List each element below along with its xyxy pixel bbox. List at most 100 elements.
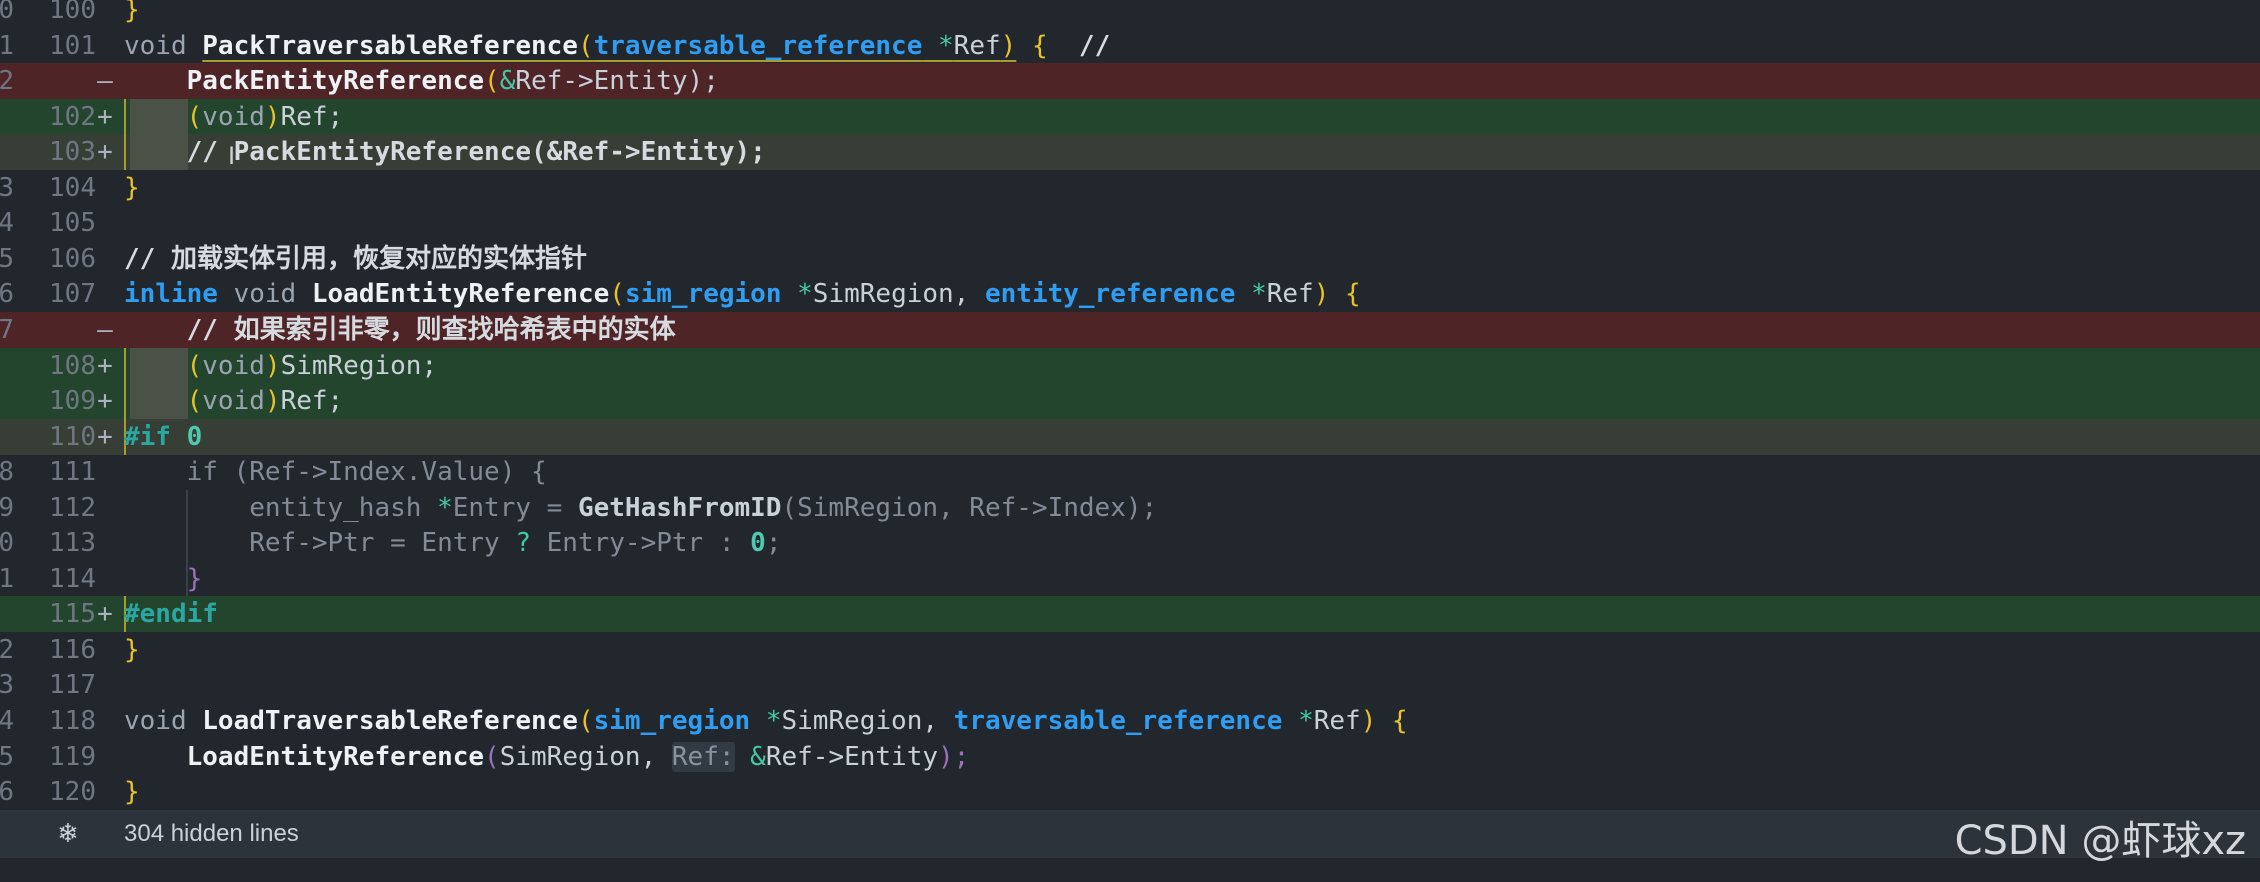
- hidden-lines-label[interactable]: 304 hidden lines: [124, 810, 299, 858]
- diff-line-del[interactable]: 2 — PackEntityReference(&Ref->Entity);: [0, 63, 2260, 100]
- diff-line-add[interactable]: 115 + #endif: [0, 596, 2260, 633]
- code-token: LoadEntityReference: [186, 741, 485, 772]
- code-text[interactable]: }: [124, 170, 140, 206]
- code-token: Ref;: [280, 386, 344, 417]
- diff-line-add[interactable]: 108 + (void)SimRegion;: [0, 347, 2260, 384]
- code-token: *: [1298, 706, 1314, 736]
- code-text[interactable]: // 加载实体引用，恢复对应的实体指针: [124, 241, 587, 277]
- code-text[interactable]: }: [124, 632, 140, 668]
- new-line-number: 109: [49, 386, 96, 417]
- code-text[interactable]: if (Ref->Index.Value) {: [124, 454, 547, 490]
- hidden-lines-bar[interactable]: ❄ 304 hidden lines: [0, 810, 2260, 858]
- old-line-number: [0, 596, 14, 632]
- code-token: LoadTraversableReference: [202, 706, 578, 736]
- new-line-number: 110: [49, 421, 96, 452]
- code-token: entity_hash: [249, 492, 438, 523]
- diff-line-ctx[interactable]: 1 114 }: [0, 561, 2260, 597]
- code-token: //: [186, 137, 234, 168]
- diff-line-ctx[interactable]: 5 106 // 加载实体引用，恢复对应的实体指针: [0, 241, 2260, 277]
- code-token: SimRegion,: [499, 741, 672, 772]
- code-token: &: [750, 741, 766, 772]
- code-text[interactable]: // 如果索引非零，则查找哈希表中的实体: [124, 312, 676, 348]
- expand-hidden-lines-icon[interactable]: ❄: [50, 816, 86, 852]
- new-line-number: [30, 63, 96, 99]
- diff-line-ctx[interactable]: 2 116}: [0, 632, 2260, 668]
- diff-line-ctx[interactable]: 5 119 LoadEntityReference(SimRegion, Ref:…: [0, 739, 2260, 775]
- text-cursor-icon: I: [228, 142, 236, 170]
- old-line-number: 3: [0, 670, 14, 701]
- old-line-number: [0, 134, 14, 170]
- code-token: // 如果索引非零，则查找哈希表中的实体: [186, 314, 676, 345]
- code-token: (: [577, 706, 594, 736]
- code-token: (: [186, 101, 203, 132]
- code-text[interactable]: }: [124, 774, 140, 810]
- code-text[interactable]: PackEntityReference(&Ref->Entity);: [124, 63, 719, 99]
- new-line-number: 115: [49, 599, 96, 630]
- code-token: traversable_reference: [593, 30, 923, 61]
- code-token: void: [233, 279, 312, 310]
- new-line-number: 112: [49, 492, 96, 523]
- code-token: (: [186, 350, 203, 381]
- diff-editor[interactable]: 100 100} 1101void PackTraversableReference…: [0, 0, 2260, 810]
- diff-line-ctx[interactable]: 9 112 entity_hash *Entry = GetHashFromID(…: [0, 490, 2260, 526]
- diff-line-mod[interactable]: 110 + #if 0: [0, 418, 2260, 455]
- new-line-number: 105: [49, 208, 96, 239]
- code-text[interactable]: }: [124, 0, 140, 28]
- code-token: PackEntityReference: [186, 66, 485, 97]
- new-line-number: [30, 312, 96, 348]
- code-token: Ref: [953, 30, 1001, 61]
- new-line-number: 106: [49, 243, 96, 274]
- code-text[interactable]: }: [124, 561, 203, 597]
- diff-line-ctx[interactable]: 3 104}: [0, 170, 2260, 206]
- new-line-number: 119: [49, 741, 96, 772]
- code-text[interactable]: // PackEntityReference(&Ref->Entity);: [124, 134, 766, 170]
- diff-line-ctx[interactable]: 3 117: [0, 667, 2260, 703]
- diff-line-ctx[interactable]: 4 105: [0, 205, 2260, 241]
- old-line-number: 100: [0, 0, 14, 25]
- code-token: if: [186, 457, 234, 488]
- code-token: void: [202, 101, 265, 132]
- diff-line-add[interactable]: 102 + (void)Ref;: [0, 98, 2260, 135]
- code-token: SimRegion;: [280, 350, 438, 381]
- new-line-number: 100: [49, 0, 96, 25]
- code-text[interactable]: void LoadTraversableReference(sim_region…: [124, 703, 1408, 739]
- code-text[interactable]: void PackTraversableReference(traversabl…: [124, 28, 1110, 64]
- code-token: LoadEntityReference: [311, 279, 610, 310]
- code-text[interactable]: inline void LoadEntityReference(sim_regi…: [124, 276, 1361, 312]
- code-text[interactable]: (void)SimRegion;: [124, 348, 437, 384]
- new-line-number: 103: [49, 137, 96, 168]
- diff-line-ctx[interactable]: 100 100}: [0, 0, 2260, 28]
- code-token: Entry =: [452, 492, 578, 523]
- old-line-number: 9: [0, 492, 14, 523]
- code-text[interactable]: LoadEntityReference(SimRegion, Ref: &Ref…: [124, 739, 969, 775]
- new-line-number: 101: [49, 30, 96, 61]
- diff-line-del[interactable]: 7 — // 如果索引非零，则查找哈希表中的实体: [0, 311, 2260, 348]
- code-token: (: [484, 66, 500, 97]
- code-token: (Ref->Index.Value) {: [233, 457, 547, 488]
- diff-line-ctx[interactable]: 1 101 void PackTraversableReference(traver…: [0, 28, 2260, 64]
- diff-line-ctx[interactable]: 0 113 Ref->Ptr = Entry ? Entry->Ptr : 0;: [0, 525, 2260, 561]
- diff-line-add[interactable]: 109 + (void)Ref;: [0, 383, 2260, 420]
- code-text[interactable]: entity_hash *Entry = GetHashFromID(SimRe…: [124, 490, 1157, 526]
- code-token: (: [577, 30, 594, 61]
- code-text[interactable]: (void)Ref;: [124, 383, 344, 419]
- diff-line-ctx[interactable]: 4 118 void LoadTraversableReference(sim_re…: [0, 703, 2260, 739]
- diff-line-ctx[interactable]: 8 111 if (Ref->Index.Value) {: [0, 454, 2260, 490]
- code-token: (: [484, 741, 500, 772]
- code-text[interactable]: (void)Ref;: [124, 99, 344, 135]
- watermark: CSDN @虾球xz: [1954, 818, 2246, 864]
- code-text[interactable]: #endif: [124, 596, 218, 632]
- diff-line-ctx[interactable]: 6 120}: [0, 774, 2260, 810]
- code-token: }: [124, 0, 140, 25]
- code-text[interactable]: Ref->Ptr = Entry ? Entry->Ptr : 0;: [124, 525, 781, 561]
- diff-line-mod[interactable]: 103 + // PackEntityReference(&Ref->Entity…: [0, 134, 2260, 171]
- code-token: traversable_reference: [953, 706, 1283, 736]
- code-text[interactable]: #if 0: [124, 419, 202, 455]
- diff-line-ctx[interactable]: 6 107 inline void LoadEntityReference(sim_…: [0, 276, 2260, 312]
